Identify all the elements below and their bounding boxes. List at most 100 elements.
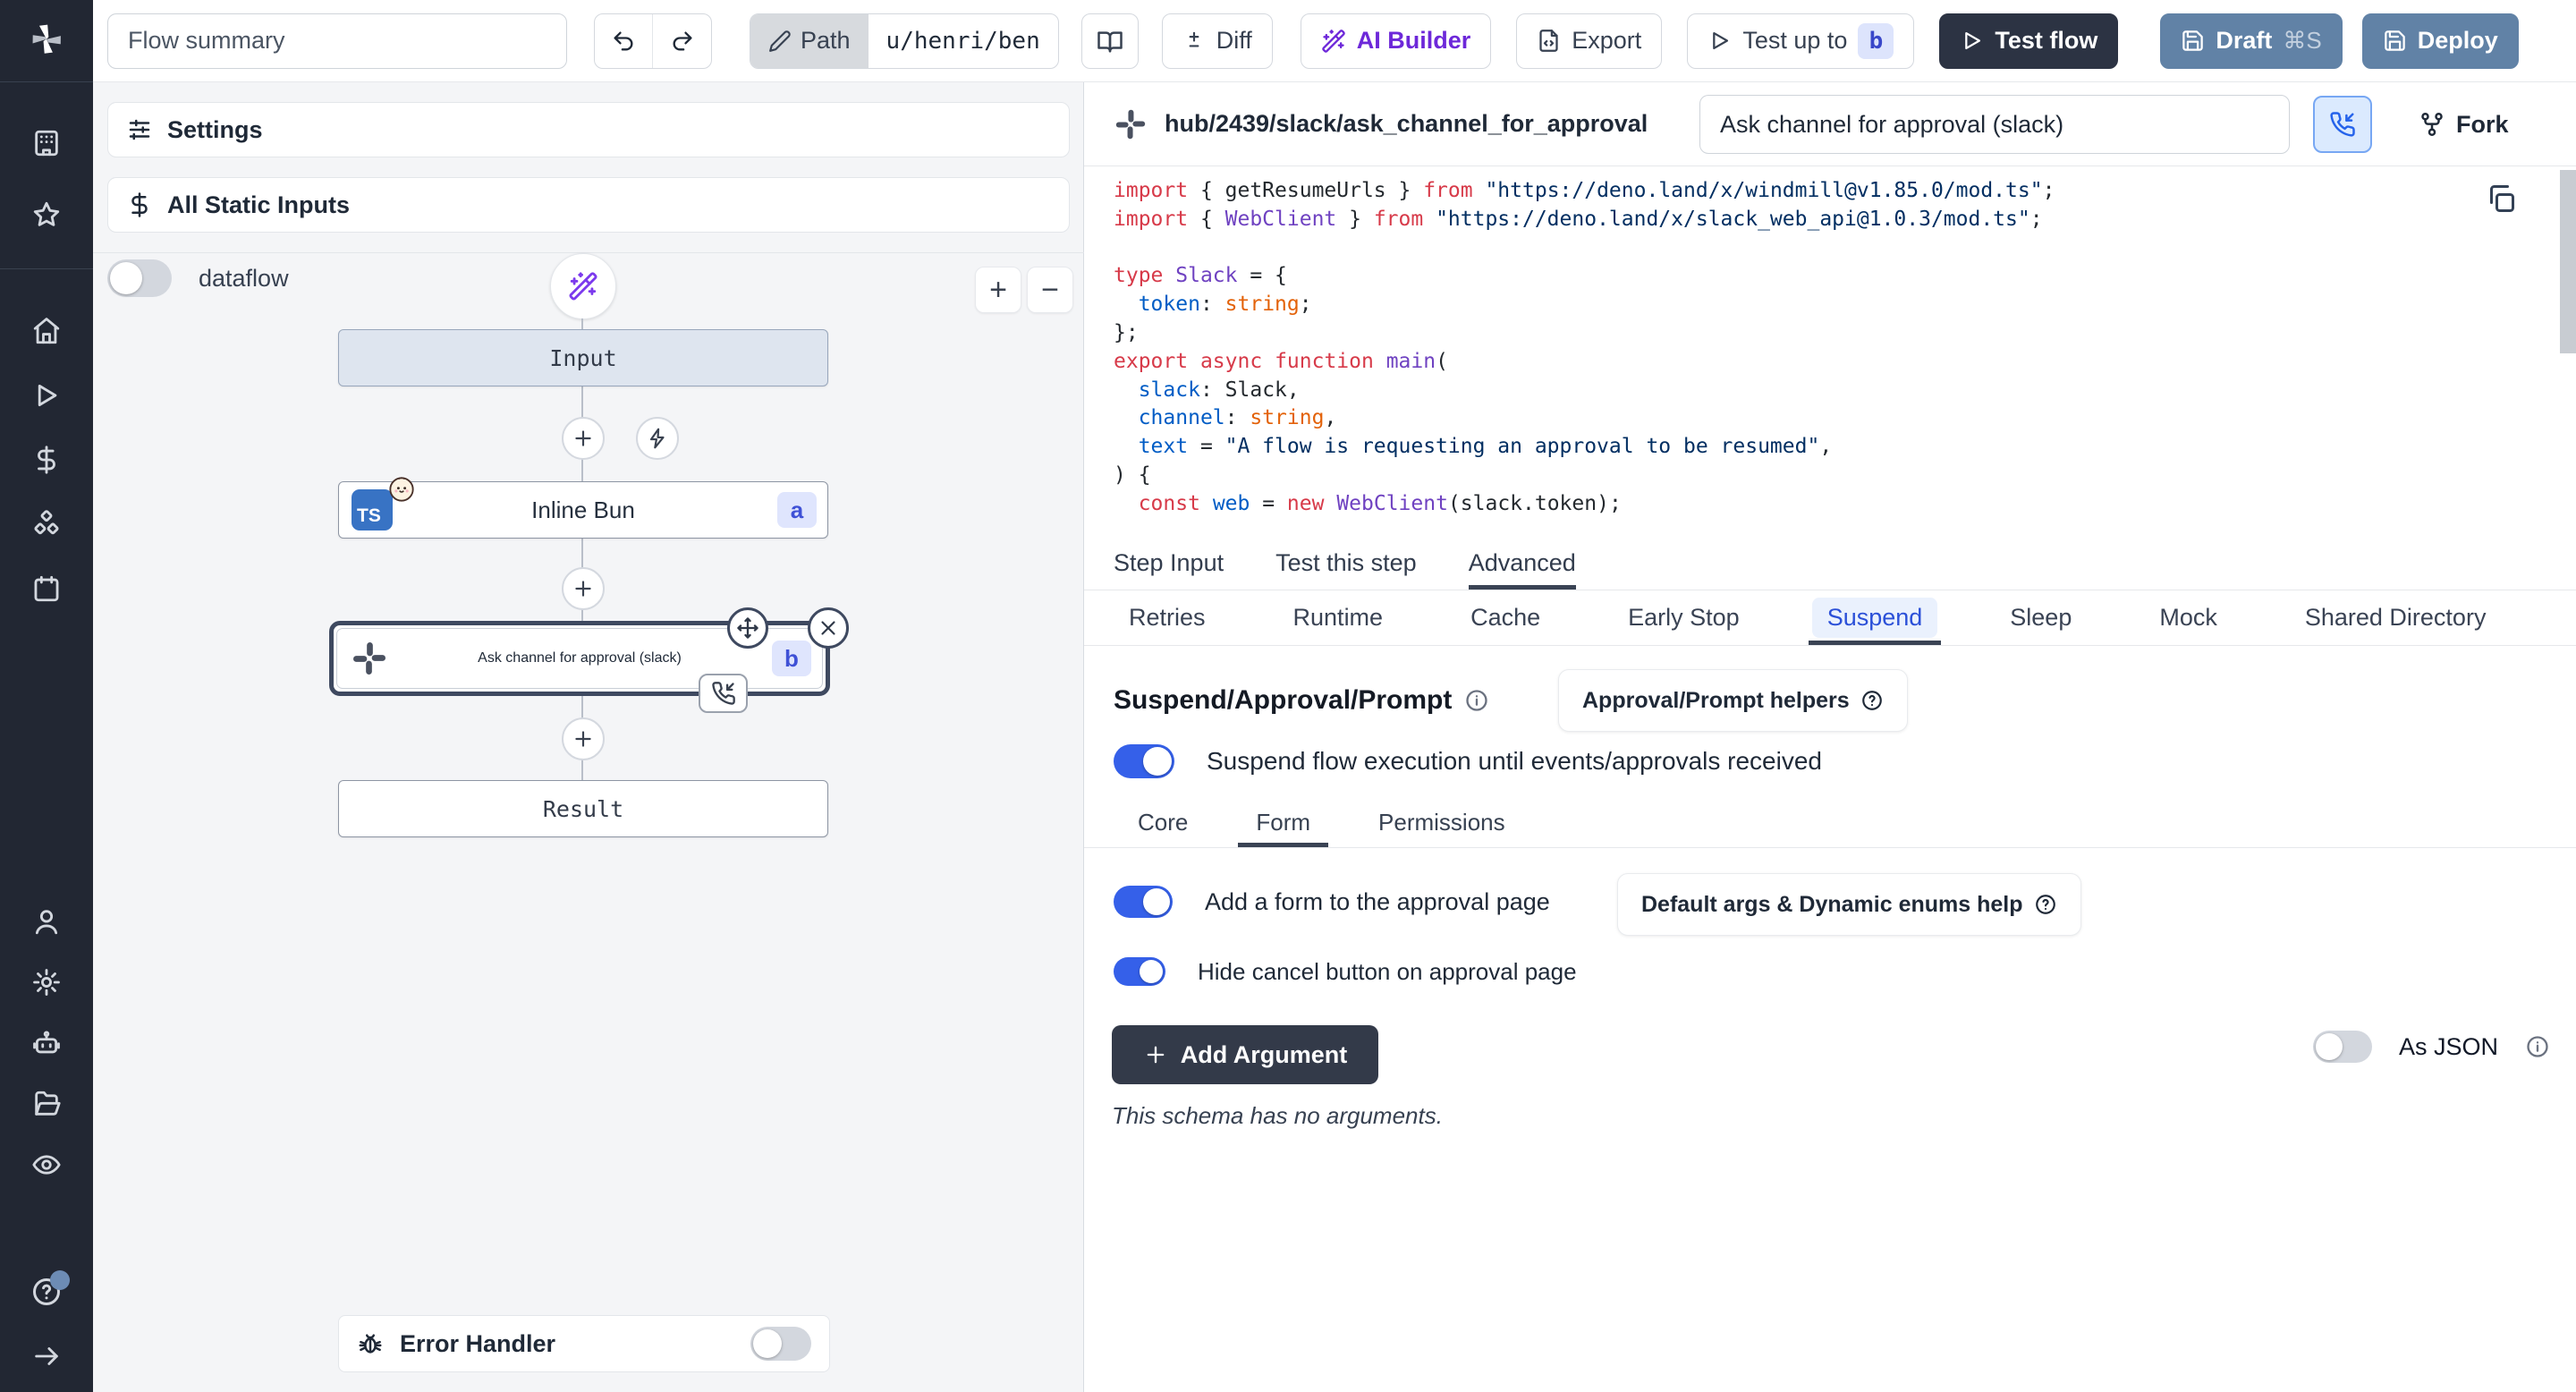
dollar-icon [126, 191, 153, 218]
file-export-icon [1537, 29, 1561, 53]
add-argument-button[interactable]: Add Argument [1112, 1025, 1378, 1084]
test-flow-button[interactable]: Test flow [1939, 13, 2118, 69]
subtab-cache[interactable]: Cache [1455, 590, 1555, 645]
sidebar-item-users[interactable] [0, 891, 93, 952]
tab-test-this-step[interactable]: Test this step [1275, 537, 1417, 590]
trigger-step-button[interactable] [636, 417, 679, 460]
tab-core[interactable]: Core [1138, 798, 1188, 847]
help-circle-icon [2034, 893, 2057, 916]
all-static-inputs-button[interactable]: All Static Inputs [107, 177, 1070, 233]
sidebar-item-variables[interactable] [0, 429, 93, 490]
add-step-button[interactable] [562, 717, 605, 760]
magic-wand-icon [568, 271, 598, 301]
windmill-logo-icon[interactable] [0, 0, 93, 82]
tab-form[interactable]: Form [1256, 798, 1310, 847]
delete-step-button[interactable] [808, 607, 849, 649]
subtab-mock[interactable]: Mock [2144, 590, 2233, 645]
suspend-enable-toggle[interactable] [1114, 744, 1174, 778]
redo-button[interactable] [653, 14, 711, 68]
zoom-in-button[interactable]: + [975, 267, 1021, 313]
copy-code-button[interactable] [2485, 182, 2517, 215]
flow-node-input[interactable]: Input [338, 329, 828, 386]
hub-script-path[interactable]: hub/2439/slack/ask_channel_for_approval [1165, 110, 1648, 138]
code-editor[interactable]: import { getResumeUrls } from "https://d… [1114, 177, 2055, 519]
zoom-out-button[interactable]: − [1027, 267, 1073, 313]
bug-icon [357, 1330, 384, 1357]
hide-cancel-toggle[interactable] [1114, 957, 1165, 986]
close-icon [817, 616, 840, 640]
slack-icon [1114, 108, 1147, 140]
sidebar-expand-icon[interactable] [0, 1326, 93, 1387]
test-up-to-button[interactable]: Test up to b [1687, 13, 1914, 69]
suspend-enable-label: Suspend flow execution until events/appr… [1207, 747, 1822, 776]
export-button[interactable]: Export [1516, 13, 1662, 69]
add-step-button[interactable] [562, 567, 605, 610]
flow-connector-line [581, 318, 583, 780]
default-args-help-button[interactable]: Default args & Dynamic enums help [1617, 873, 2081, 936]
ai-builder-button[interactable]: AI Builder [1301, 13, 1492, 69]
flow-node-result[interactable]: Result [338, 780, 828, 837]
typescript-icon: TS [352, 489, 393, 530]
add-form-toggle[interactable] [1114, 886, 1173, 918]
pencil-icon [768, 30, 792, 53]
move-step-button[interactable] [727, 607, 768, 649]
move-icon [735, 615, 760, 641]
sidebar-item-schedules[interactable] [0, 558, 93, 619]
sidebar-item-workspace[interactable] [0, 113, 93, 174]
as-json-toggle[interactable] [2313, 1031, 2372, 1063]
subtab-shared-directory[interactable]: Shared Directory [2290, 590, 2502, 645]
code-scrollbar[interactable] [2560, 170, 2576, 353]
subtab-suspend[interactable]: Suspend [1812, 590, 1938, 645]
sidebar-item-resources[interactable] [0, 494, 93, 555]
draft-button[interactable]: Draft ⌘S [2160, 13, 2342, 69]
sidebar-item-audit-logs[interactable] [0, 1134, 93, 1195]
undo-button[interactable] [595, 14, 653, 68]
sidebar-item-settings[interactable] [0, 952, 93, 1013]
subtab-sleep[interactable]: Sleep [1995, 590, 2087, 645]
dataflow-toggle[interactable] [107, 259, 172, 297]
plus-icon [572, 577, 595, 600]
redo-icon [670, 29, 695, 54]
error-handler-toggle[interactable] [750, 1327, 811, 1361]
suspend-phone-incoming-badge [699, 674, 748, 713]
play-icon [1707, 29, 1732, 53]
plus-icon [1143, 1042, 1168, 1067]
path-button[interactable]: Path [750, 14, 869, 68]
sidebar-item-home[interactable] [0, 301, 93, 361]
ai-flow-wand-button[interactable] [550, 253, 616, 319]
play-icon [1960, 29, 1984, 53]
git-fork-icon [2419, 111, 2445, 138]
subtab-runtime[interactable]: Runtime [1278, 590, 1399, 645]
fork-button[interactable]: Fork [2419, 96, 2509, 153]
sidebar-item-favorites[interactable] [0, 184, 93, 245]
phone-incoming-icon [2329, 111, 2356, 138]
diff-button[interactable]: Diff [1162, 13, 1273, 69]
step-header: hub/2439/slack/ask_channel_for_approval … [1084, 82, 2576, 166]
save-icon [2181, 29, 2205, 53]
suspend-indicator-button[interactable] [2313, 96, 2372, 153]
error-handler-bar[interactable]: Error Handler [338, 1315, 830, 1372]
path-value[interactable]: u/henri/ben [869, 14, 1058, 68]
flow-settings-button[interactable]: Settings [107, 102, 1070, 157]
step-name-input[interactable]: Ask channel for approval (slack) [1699, 95, 2290, 154]
plus-minus-icon [1182, 30, 1206, 53]
deploy-button[interactable]: Deploy [2362, 13, 2519, 69]
tab-permissions[interactable]: Permissions [1378, 798, 1505, 847]
flow-summary-input[interactable]: Flow summary [107, 13, 567, 69]
sidebar-item-help[interactable] [0, 1261, 93, 1322]
flow-node-inline-bun[interactable]: TS Inline Bun a [338, 481, 828, 539]
docs-button[interactable] [1081, 13, 1139, 69]
sidebar-item-folders[interactable] [0, 1074, 93, 1134]
windmill-flow-editor: Flow summary Path u/henri/ben Diff AI B [0, 0, 2576, 1392]
approval-prompt-helpers-button[interactable]: Approval/Prompt helpers [1558, 669, 1908, 732]
as-json-label: As JSON [2399, 1033, 2498, 1061]
subtab-retries[interactable]: Retries [1114, 590, 1221, 645]
tab-advanced[interactable]: Advanced [1469, 537, 1576, 590]
subtab-early-stop[interactable]: Early Stop [1613, 590, 1755, 645]
sidebar-item-workers[interactable] [0, 1013, 93, 1074]
sidebar-item-runs[interactable] [0, 365, 93, 426]
tab-step-input[interactable]: Step Input [1114, 537, 1224, 590]
suspend-enable-row: Suspend flow execution until events/appr… [1114, 744, 1822, 778]
as-json-row: As JSON [2313, 1031, 2550, 1063]
add-step-button[interactable] [562, 417, 605, 460]
